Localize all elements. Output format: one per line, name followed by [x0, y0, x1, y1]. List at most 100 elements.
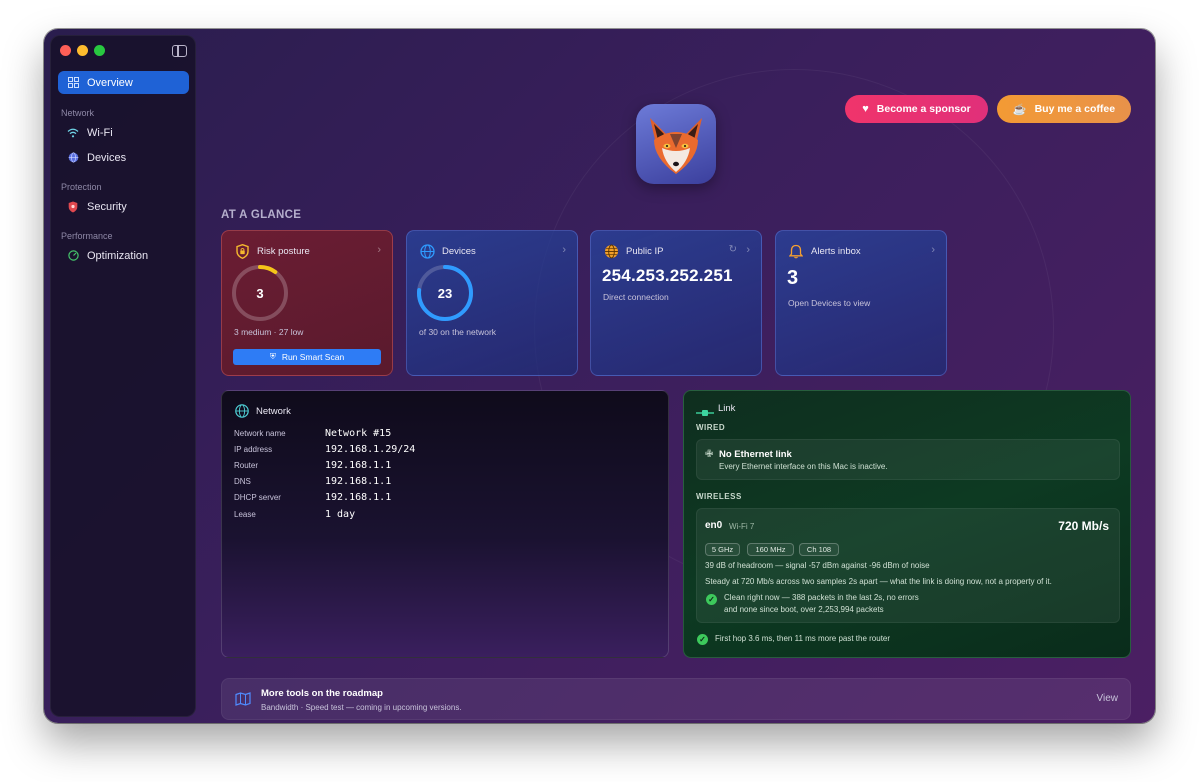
lease-key: Lease	[234, 510, 256, 519]
wired-box: ✙ No Ethernet link Every Ethernet interf…	[696, 439, 1120, 480]
roadmap-view-link[interactable]: View	[1097, 693, 1119, 704]
heart-icon: ♥	[862, 103, 869, 115]
check-badge-icon: ✓	[697, 634, 708, 645]
sidebar-item-devices[interactable]: Devices	[58, 146, 189, 169]
alerts-subtitle: Open Devices to view	[788, 298, 871, 308]
sponsor-label: Become a sponsor	[876, 103, 971, 115]
width-chip: 160 MHz	[747, 543, 794, 556]
devices-card[interactable]: Devices › 23 of 30 on the network	[406, 230, 578, 376]
coffee-label: Buy me a coffee	[1034, 103, 1116, 115]
sidebar-item-wifi[interactable]: Wi-Fi	[58, 121, 189, 144]
devices-value: 23	[437, 286, 453, 301]
sidebar-item-label: Security	[87, 200, 127, 213]
wireless-label: WIRELESS	[696, 492, 742, 501]
check-badge-icon: ✓	[706, 594, 717, 605]
shield-lock-icon	[234, 243, 250, 259]
wired-title: No Ethernet link	[719, 449, 792, 460]
sidebar-item-label: Overview	[87, 76, 133, 89]
chevron-right-icon: ›	[931, 244, 935, 256]
chevron-right-icon: ›	[562, 244, 566, 256]
interface-type: Wi-Fi 7	[729, 522, 755, 531]
dhcp-server-key: DHCP server	[234, 493, 281, 502]
signal-text: 39 dB of headroom — signal -57 dBm again…	[705, 561, 930, 570]
run-smart-scan-button[interactable]: ⛨ Run Smart Scan	[233, 349, 381, 365]
map-icon	[235, 692, 251, 711]
zoom-window-button[interactable]	[94, 45, 105, 56]
lease-value: 1 day	[325, 509, 356, 520]
network-panel: Network Network name Network #15 IP addr…	[221, 390, 669, 658]
network-name-key: Network name	[234, 429, 286, 438]
public-ip-card[interactable]: Public IP ↻ › 254.253.252.251 Direct con…	[590, 230, 762, 376]
globe-icon	[419, 243, 435, 259]
become-sponsor-button[interactable]: ♥ Become a sponsor	[845, 95, 988, 123]
alerts-value: 3	[787, 267, 799, 289]
public-ip-subtitle: Direct connection	[603, 292, 669, 302]
risk-card-title: Risk posture	[257, 246, 310, 257]
wifi-icon	[67, 127, 79, 139]
roadmap-banner[interactable]: More tools on the roadmap Bandwidth · Sp…	[221, 678, 1131, 720]
sidebar-toggle-icon[interactable]	[172, 45, 187, 57]
dhcp-server-value: 192.168.1.1	[325, 492, 392, 503]
public-ip-card-title: Public IP	[626, 246, 664, 257]
band-chip: 5 GHz	[705, 543, 740, 556]
globe-icon	[235, 404, 249, 423]
refresh-icon[interactable]: ↻	[729, 244, 737, 255]
ethernet-cable-icon	[696, 404, 714, 422]
bell-icon	[788, 243, 804, 259]
risk-posture-card[interactable]: Risk posture › 3 3 medium · 27 low ⛨ Run…	[221, 230, 393, 376]
devices-subtitle: of 30 on the network	[419, 327, 497, 337]
sidebar-section-performance: Performance	[61, 231, 113, 241]
risk-value: 3	[256, 286, 264, 301]
risk-subtitle: 3 medium · 27 low	[234, 327, 304, 337]
close-window-button[interactable]	[60, 45, 71, 56]
scan-label: Run Smart Scan	[281, 352, 345, 362]
coffee-cup-icon: ☕	[1012, 103, 1027, 116]
sidebar-section-network: Network	[61, 108, 95, 118]
chevron-right-icon: ›	[377, 244, 381, 256]
clean-line-1: Clean right now — 388 packets in the las…	[724, 593, 919, 602]
app-logo	[636, 104, 716, 184]
sidebar-item-label: Wi-Fi	[87, 126, 113, 139]
network-panel-title: Network	[256, 406, 291, 417]
alerts-card-title: Alerts inbox	[811, 246, 861, 257]
dns-value: 192.168.1.1	[325, 476, 392, 487]
sidebar: Overview Network Wi-Fi Devices Protectio…	[50, 35, 196, 717]
first-hop-text: First hop 3.6 ms, then 11 ms more past t…	[715, 634, 891, 643]
sidebar-section-protection: Protection	[61, 182, 102, 192]
public-ip-value: 254.253.252.251	[602, 266, 733, 285]
wired-label: WIRED	[696, 423, 726, 432]
walking-person-icon: ✙	[705, 449, 714, 460]
roadmap-title: More tools on the roadmap	[261, 688, 383, 699]
sidebar-item-security[interactable]: Security	[58, 195, 189, 218]
channel-chip: Ch 108	[799, 543, 839, 556]
link-panel: Link WIRED ✙ No Ethernet link Every Ethe…	[683, 390, 1131, 658]
main-content: ♥ Become a sponsor ☕ Buy me a coffee AT …	[204, 29, 1155, 723]
grid-icon	[67, 77, 79, 89]
sidebar-item-label: Devices	[87, 151, 127, 164]
sidebar-item-optimization[interactable]: Optimization	[58, 244, 189, 267]
router-key: Router	[234, 461, 259, 470]
globe-icon	[603, 243, 619, 259]
at-a-glance-heading: AT A GLANCE	[221, 209, 302, 221]
sidebar-item-label: Optimization	[87, 249, 149, 262]
alerts-inbox-card[interactable]: Alerts inbox › 3 Open Devices to view	[775, 230, 947, 376]
chevron-right-icon: ›	[746, 244, 750, 256]
sidebar-item-overview[interactable]: Overview	[58, 71, 189, 94]
link-speed: 720 Mb/s	[1058, 519, 1109, 533]
dns-key: DNS	[234, 477, 251, 486]
interface-name: en0	[705, 520, 723, 531]
router-value: 192.168.1.1	[325, 460, 392, 471]
gauge-icon	[67, 250, 79, 262]
minimize-window-button[interactable]	[77, 45, 88, 56]
clean-line-2: and none since boot, over 2,253,994 pack…	[724, 605, 884, 614]
network-name-value: Network #15	[325, 428, 392, 439]
roadmap-subtitle: Bandwidth · Speed test — coming in upcom…	[261, 703, 462, 712]
devices-card-title: Devices	[442, 246, 476, 257]
app-window: Overview Network Wi-Fi Devices Protectio…	[44, 29, 1155, 723]
steady-text: Steady at 720 Mb/s across two samples 2s…	[705, 577, 1052, 586]
wired-subtitle: Every Ethernet interface on this Mac is …	[719, 462, 888, 471]
fox-logo-icon	[650, 118, 702, 174]
buy-coffee-button[interactable]: ☕ Buy me a coffee	[997, 95, 1131, 123]
ip-address-value: 192.168.1.29/24	[325, 444, 416, 455]
globe-icon	[67, 152, 79, 164]
